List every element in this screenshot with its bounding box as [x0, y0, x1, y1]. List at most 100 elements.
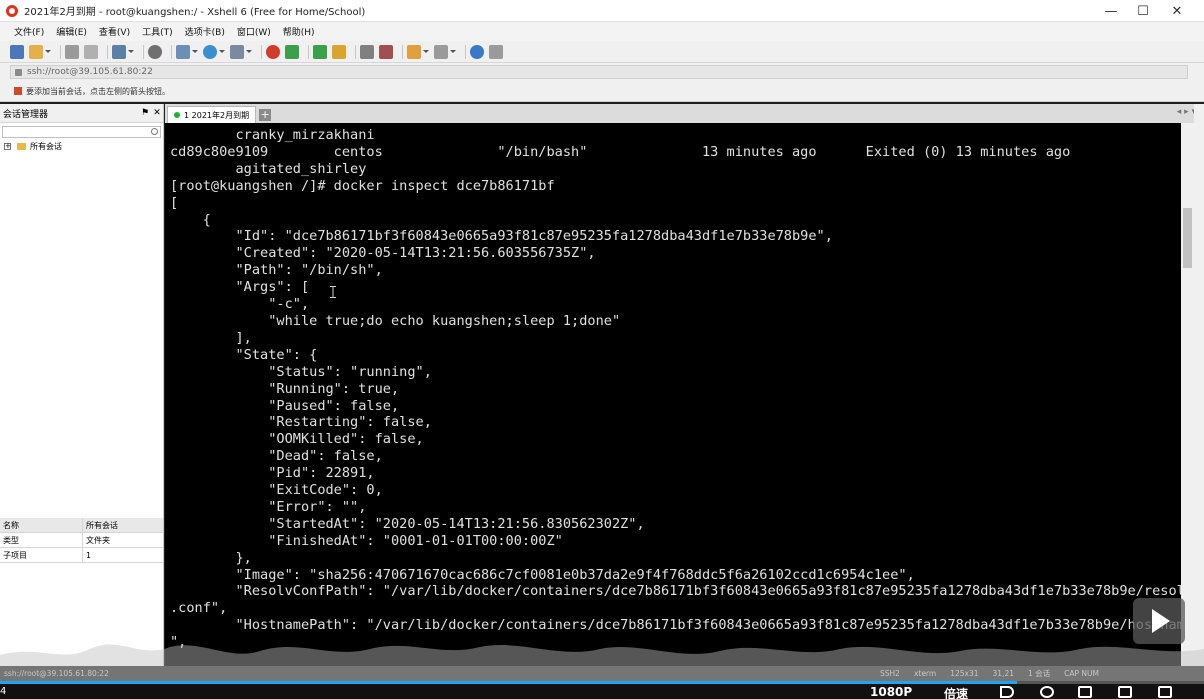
toolbar-separator: [402, 44, 403, 59]
status-keyboard-state: CAP NUM: [1064, 669, 1100, 678]
chevron-down-icon[interactable]: [128, 50, 134, 53]
add-session-arrow-icon[interactable]: [14, 87, 22, 95]
address-bar: ssh://root@39.105.61.80:22: [0, 63, 1204, 81]
status-address: ssh://root@39.105.61.80:22: [4, 669, 109, 678]
minimize-button[interactable]: —: [1094, 0, 1128, 22]
window-icon[interactable]: [434, 44, 448, 59]
property-key: 子项目: [0, 548, 83, 562]
menu-view[interactable]: 查看(V): [99, 25, 136, 38]
close-icon[interactable]: ✕: [151, 108, 163, 118]
settings-gear-icon[interactable]: [1040, 686, 1054, 698]
table-row: 子项目 1: [0, 548, 163, 563]
toolbar-separator: [261, 44, 262, 59]
tree-item-all-sessions[interactable]: + 所有会话: [0, 141, 163, 152]
text-cursor-icon: [330, 286, 336, 298]
search-icon[interactable]: [151, 128, 158, 135]
play-button[interactable]: [1133, 598, 1185, 644]
session-manager-title: 会话管理器: [3, 109, 49, 120]
expand-icon[interactable]: +: [4, 143, 11, 150]
status-cursor-position: 31,21: [992, 669, 1014, 678]
fullscreen-icon[interactable]: [313, 44, 327, 59]
chevron-down-icon[interactable]: [219, 50, 225, 53]
pen-icon[interactable]: [379, 44, 393, 59]
address-value: ssh://root@39.105.61.80:22: [27, 67, 153, 77]
window-title: 2021年2月到期 - root@kuangshen:/ - Xshell 6 …: [24, 7, 366, 18]
volume-icon[interactable]: [1000, 686, 1014, 698]
xshell-logo-icon: [6, 4, 18, 17]
picture-in-picture-icon[interactable]: [1078, 686, 1092, 698]
status-session-count: 1 会话: [1028, 669, 1051, 678]
status-protocol: SSH2: [880, 669, 900, 678]
property-key: 类型: [0, 533, 83, 547]
table-row: 类型 文件夹: [0, 533, 163, 548]
close-button[interactable]: ✕: [1160, 0, 1194, 22]
title-bar: 2021年2月到期 - root@kuangshen:/ - Xshell 6 …: [0, 0, 1204, 22]
terminal-scrollbar[interactable]: [1181, 123, 1194, 666]
menu-tabs[interactable]: 选项卡(B): [185, 25, 231, 38]
script-icon[interactable]: [407, 44, 421, 59]
toolbar-separator: [143, 44, 144, 59]
menu-window[interactable]: 窗口(W): [237, 25, 277, 38]
transfer-icon[interactable]: [112, 44, 126, 59]
widescreen-icon[interactable]: [1118, 686, 1132, 698]
menu-tools[interactable]: 工具(T): [142, 25, 179, 38]
open-folder-icon[interactable]: [29, 44, 43, 59]
toolbar-separator: [60, 44, 61, 59]
keyboard-icon[interactable]: [360, 44, 374, 59]
chevron-down-icon[interactable]: [192, 50, 198, 53]
chevron-down-icon[interactable]: [246, 50, 252, 53]
toolbar-separator: [355, 44, 356, 59]
menu-file[interactable]: 文件(F): [14, 25, 50, 38]
status-bar: ssh://root@39.105.61.80:22 SSH2 xterm 12…: [0, 666, 1204, 681]
folder-icon: [17, 143, 26, 150]
terminal-area[interactable]: cranky_mirzakhani cd89c80e9109 centos "/…: [165, 123, 1181, 666]
lock-icon: [15, 68, 22, 76]
globe-icon[interactable]: [203, 44, 217, 59]
new-session-icon[interactable]: [10, 44, 24, 59]
tree-item-label: 所有会话: [30, 142, 62, 151]
speed-button[interactable]: 倍速: [944, 685, 968, 699]
menu-edit[interactable]: 编辑(E): [56, 25, 93, 38]
chevron-down-icon[interactable]: [423, 50, 429, 53]
table-row: 名称 所有会话: [0, 518, 163, 533]
property-value: 文件夹: [86, 535, 110, 545]
layout-icon[interactable]: [176, 44, 190, 59]
disconnect-icon[interactable]: [84, 44, 98, 59]
property-value: 1: [86, 550, 92, 560]
session-search-input[interactable]: [2, 126, 161, 138]
pin-icon[interactable]: ⚑: [139, 108, 151, 118]
session-manager-panel: 会话管理器 ⚑ ✕ + 所有会话 名称 所有会话 类型 文件夹 子项目 1: [0, 104, 164, 666]
font-icon[interactable]: [230, 44, 244, 59]
maximize-button[interactable]: ☐: [1126, 0, 1160, 22]
tab-label: 1 2021年2月到期: [184, 110, 250, 120]
tab-session-1[interactable]: 1 2021年2月到期: [167, 106, 257, 123]
resolution-button[interactable]: 1080P: [870, 685, 912, 699]
connected-status-icon: [174, 112, 180, 118]
tab-bar: 1 2021年2月到期 + ◂ ▸ ▾: [165, 104, 1204, 123]
property-value: 所有会话: [86, 520, 118, 530]
property-key: 名称: [0, 518, 83, 532]
fullscreen-icon[interactable]: [1158, 686, 1172, 698]
chat-icon[interactable]: [489, 44, 503, 59]
player-time: 4: [0, 686, 7, 697]
lock-icon[interactable]: [332, 44, 346, 59]
tunnel-icon[interactable]: [285, 44, 299, 59]
chevron-down-icon[interactable]: [450, 50, 456, 53]
toolbar-separator: [171, 44, 172, 59]
status-terminal-type: xterm: [913, 669, 937, 678]
help-icon[interactable]: [470, 44, 484, 59]
hint-text: 要添加当前会话，点击左侧的箭头按钮。: [26, 86, 170, 96]
terminal-output: cranky_mirzakhani cd89c80e9109 centos "/…: [170, 127, 1181, 651]
scrollbar-thumb[interactable]: [1183, 208, 1192, 268]
chevron-down-icon[interactable]: [45, 50, 51, 53]
toolbar-separator: [308, 44, 309, 59]
address-field[interactable]: ssh://root@39.105.61.80:22: [10, 65, 1188, 79]
menu-help[interactable]: 帮助(H): [283, 25, 321, 38]
search-icon[interactable]: [148, 44, 162, 59]
connect-icon[interactable]: [65, 44, 79, 59]
properties-table: 名称 所有会话 类型 文件夹 子项目 1: [0, 518, 163, 563]
add-tab-button[interactable]: +: [259, 109, 272, 121]
xftp-icon[interactable]: [266, 44, 280, 59]
status-size: 125x31: [950, 669, 979, 678]
hint-bar: 要添加当前会话，点击左侧的箭头按钮。: [0, 81, 1204, 102]
